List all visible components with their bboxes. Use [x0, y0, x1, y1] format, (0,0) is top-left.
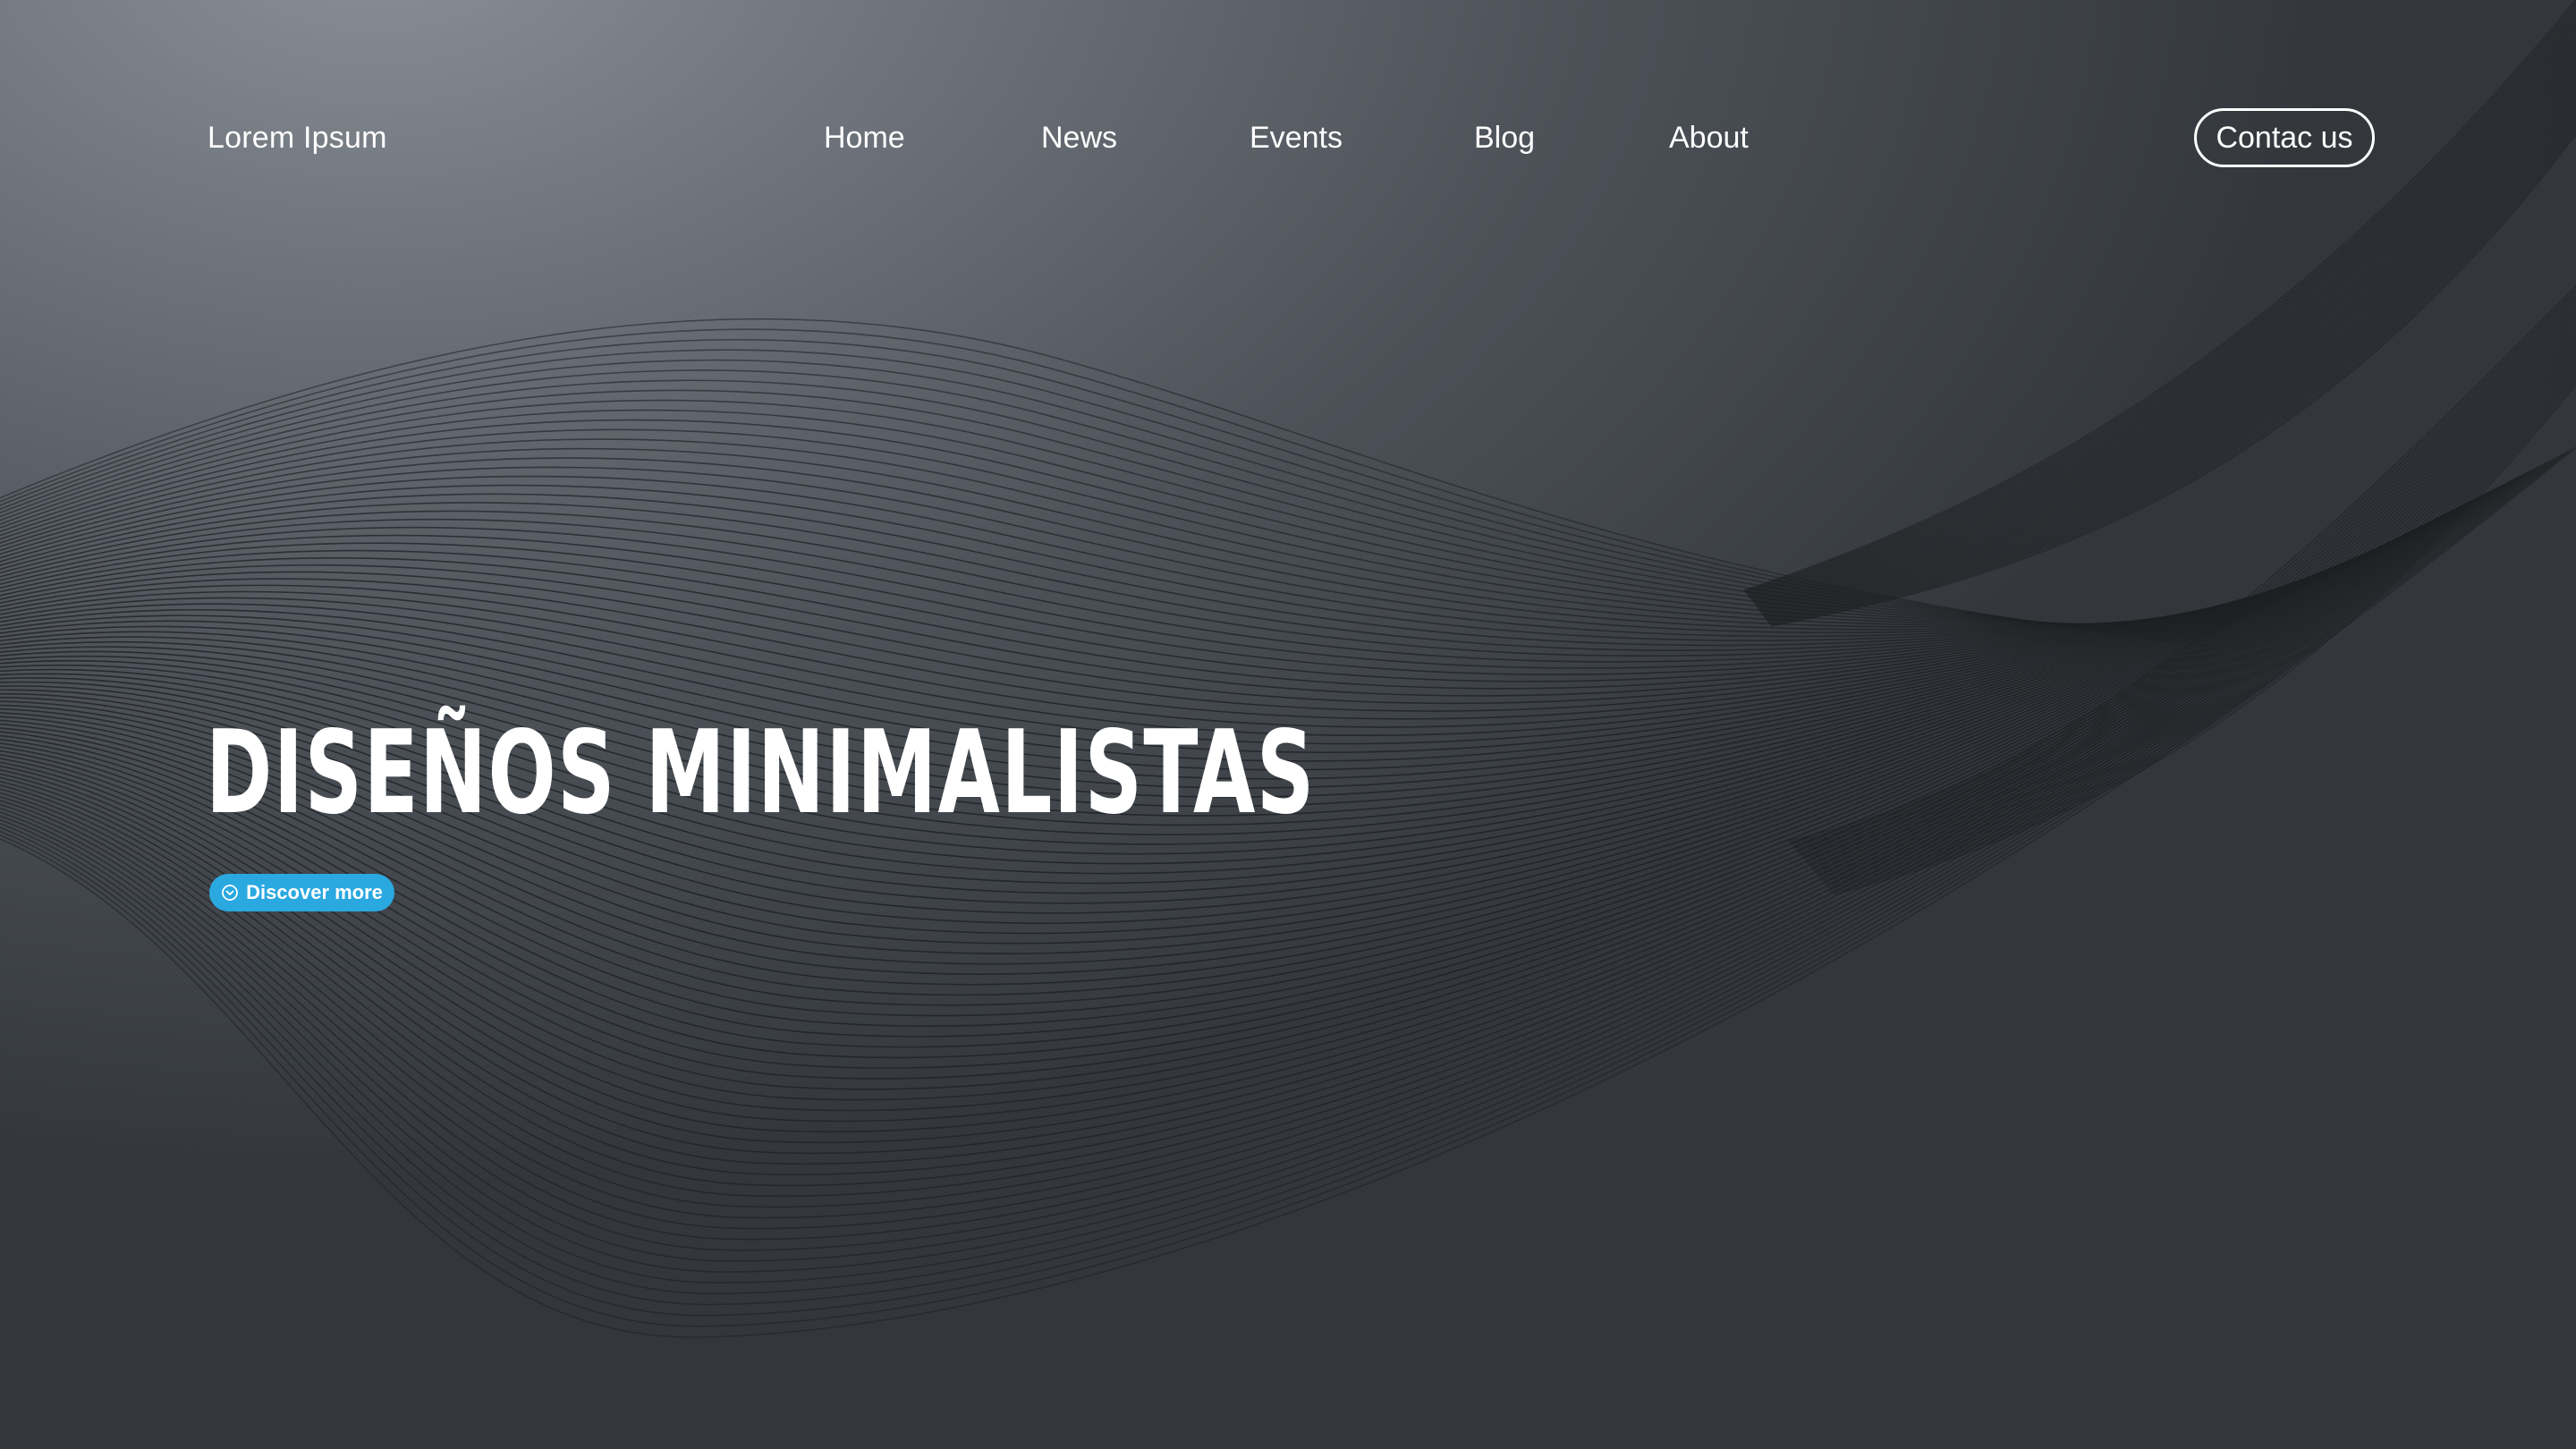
brand-logo-text[interactable]: Lorem Ipsum	[208, 116, 387, 159]
nav-news[interactable]: News	[1041, 116, 1117, 159]
wave-line	[0, 468, 2534, 1230]
nav-home[interactable]: Home	[824, 116, 905, 159]
wave-line	[1745, 5, 2576, 593]
nav-events[interactable]: Events	[1250, 116, 1343, 159]
discover-more-label: Discover more	[246, 881, 383, 903]
nav-about[interactable]: About	[1669, 116, 1749, 159]
hero-title: DISEÑOS MINIMALISTAS	[206, 707, 1316, 840]
wave-line	[1744, 3, 2576, 592]
chevron-down-circle-icon	[221, 884, 239, 902]
contact-us-label: Contac us	[2216, 120, 2353, 155]
discover-more-button[interactable]: Discover more	[209, 874, 394, 911]
wave-line	[1746, 13, 2576, 595]
contact-us-button[interactable]: Contac us	[2194, 108, 2375, 167]
wave-line	[1747, 16, 2576, 596]
nav-blog[interactable]: Blog	[1474, 116, 1535, 159]
